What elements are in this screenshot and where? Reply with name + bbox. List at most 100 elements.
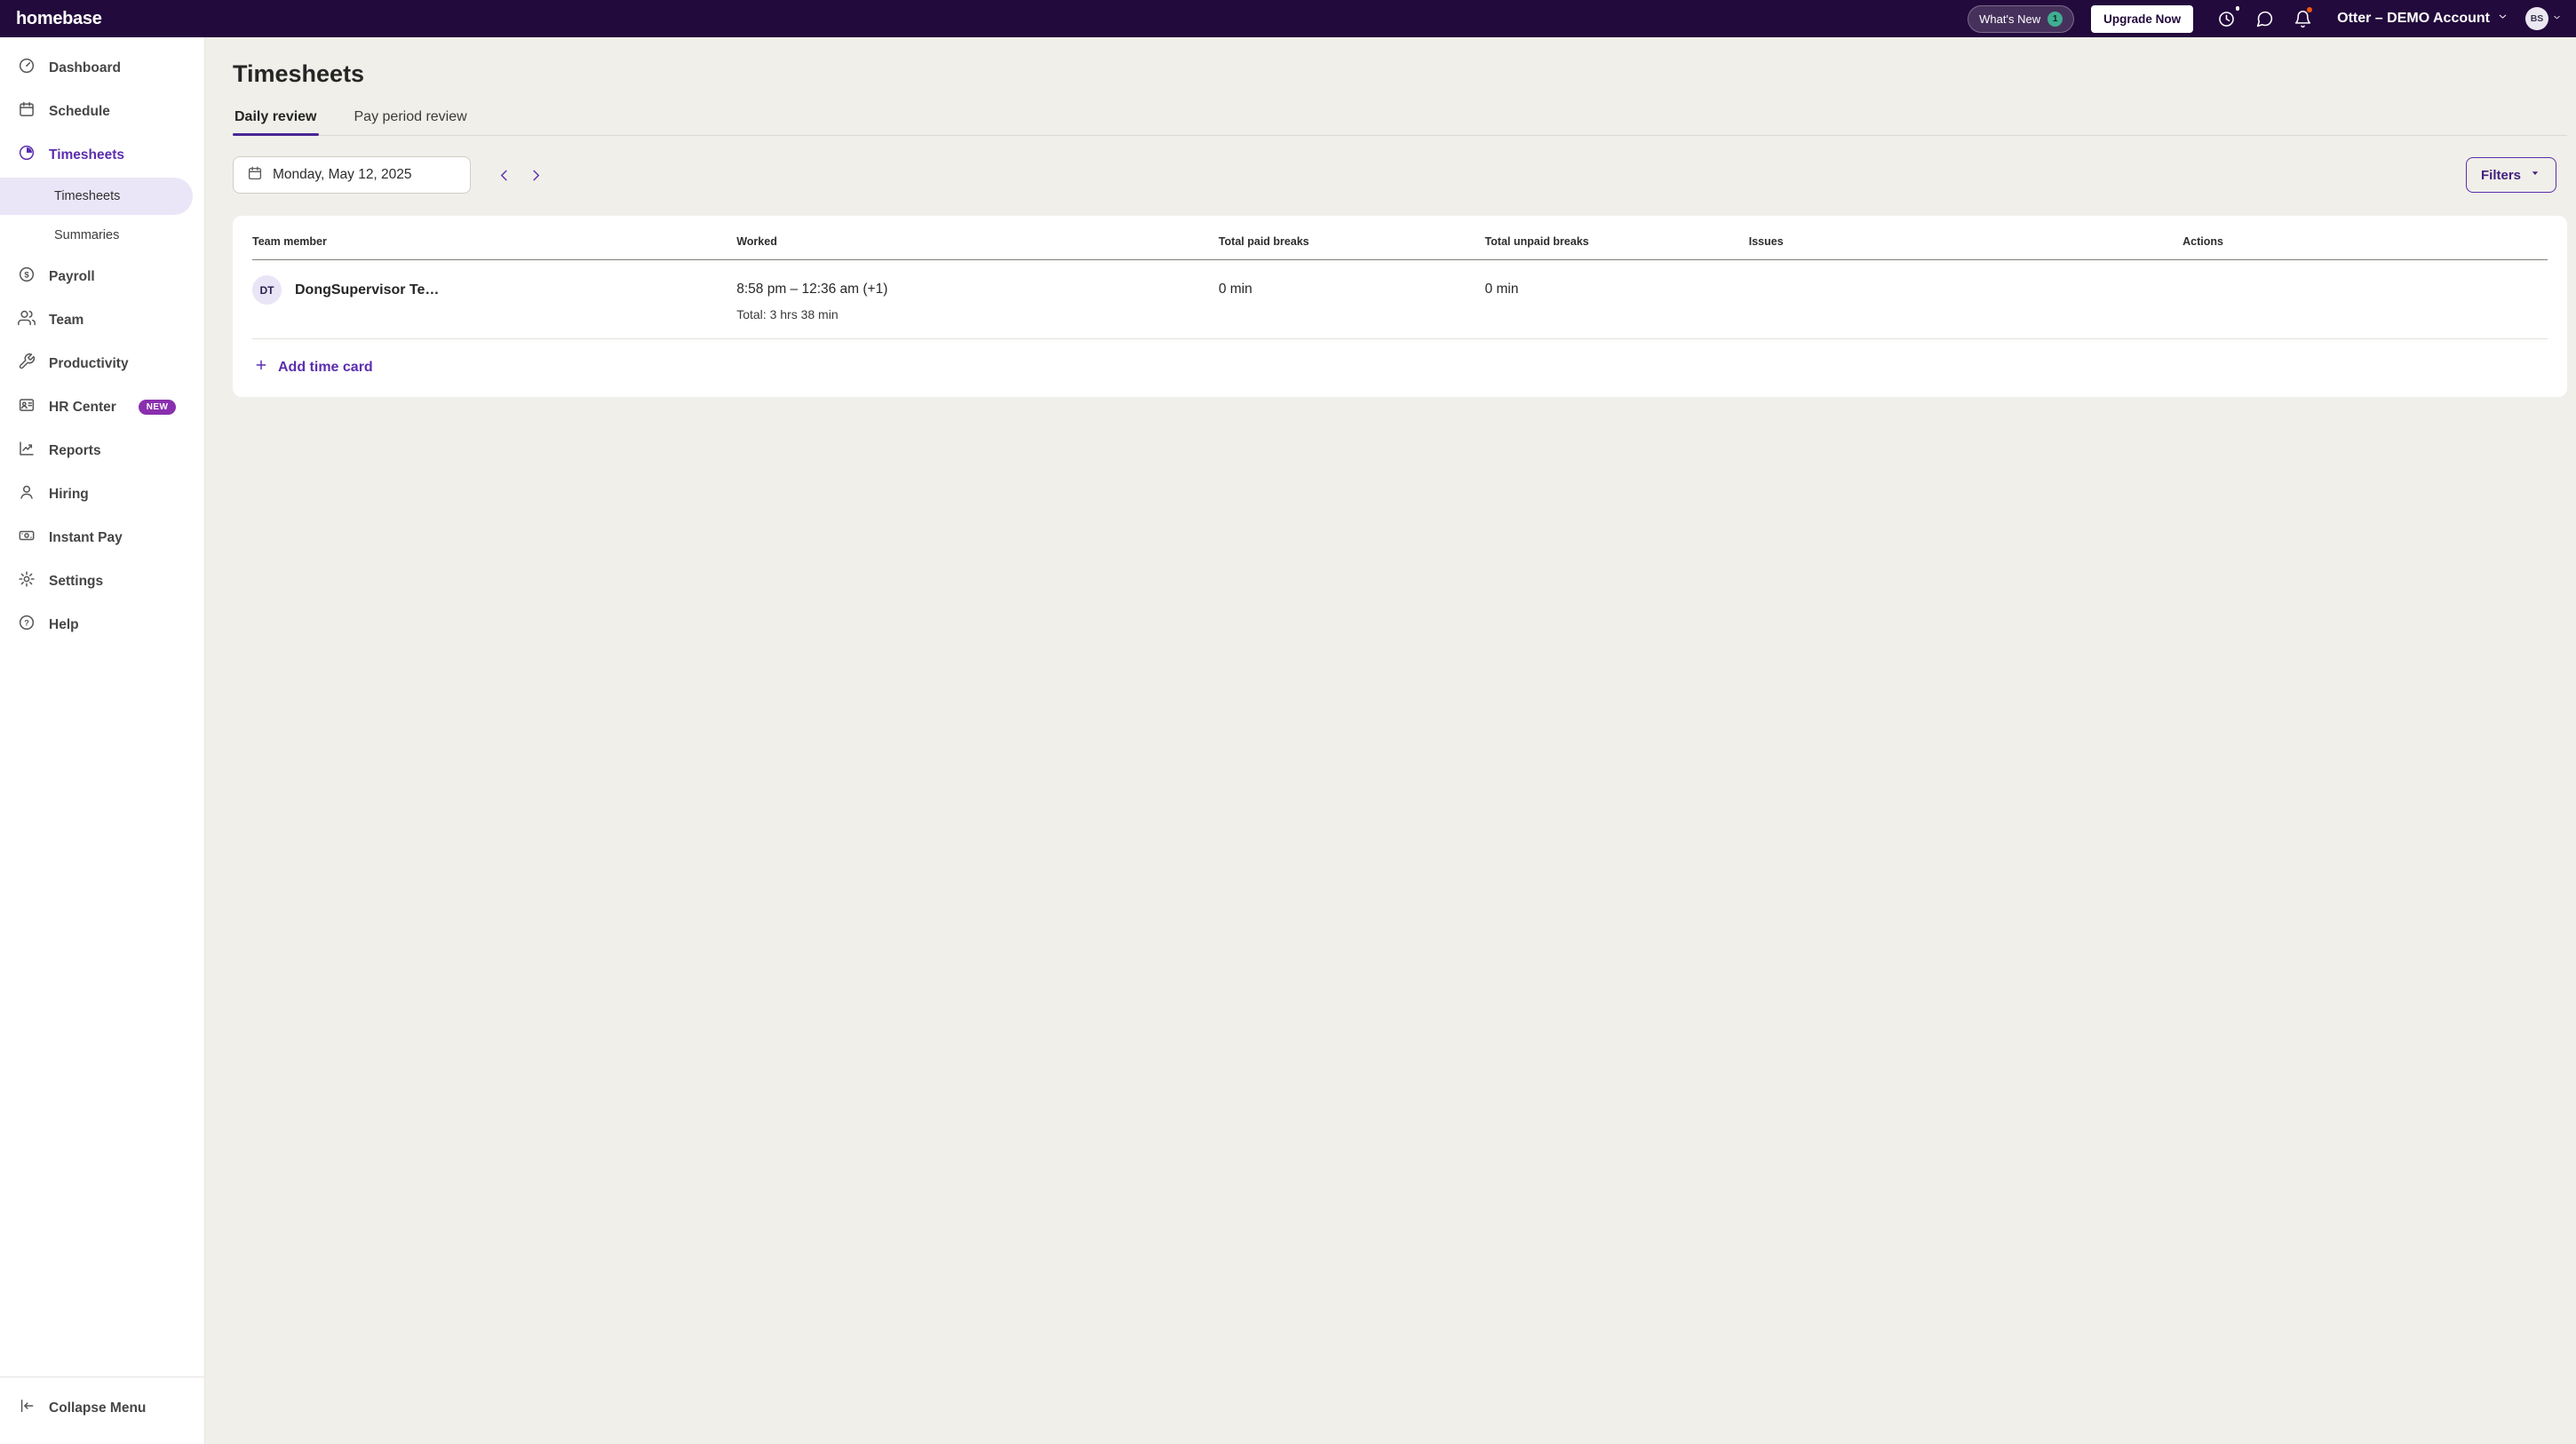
sidebar-item-label: Team [49, 312, 84, 328]
page-title: Timesheets [233, 60, 365, 87]
app-root: homebase What's New 1 Upgrade Now Otter … [0, 0, 2576, 1444]
add-time-card-label: Add time card [278, 359, 373, 375]
column-header-total-paid-breaks: Total paid breaks [1218, 235, 1309, 248]
clock-icon [18, 144, 36, 166]
notifications-bell-icon[interactable] [2292, 7, 2313, 29]
sidebar-subitem-timesheets[interactable]: Timesheets [0, 178, 193, 215]
date-picker[interactable]: Monday, May 12, 2025 [233, 156, 471, 194]
add-time-card-button[interactable]: Add time card [252, 353, 375, 381]
sidebar-item-payroll[interactable]: $ Payroll [0, 255, 204, 298]
date-label: Monday, May 12, 2025 [273, 167, 412, 182]
sidebar-item-label: Settings [49, 573, 104, 589]
main-content: Timesheets Daily review Pay period revie… [205, 37, 2576, 1444]
collapse-menu-label: Collapse Menu [49, 1400, 147, 1416]
whats-new-button[interactable]: What's New 1 [1968, 4, 2075, 33]
svg-text:?: ? [24, 618, 29, 627]
next-day-button[interactable] [522, 162, 549, 188]
help-icon: ? [18, 614, 36, 636]
calendar-icon [247, 165, 263, 186]
sidebar-item-label: Productivity [49, 355, 129, 371]
banknote-icon [18, 527, 36, 549]
sidebar-subitem-summaries[interactable]: Summaries [0, 217, 204, 254]
sidebar-item-instant-pay[interactable]: Instant Pay [0, 516, 204, 559]
worked-total: Total: 3 hrs 38 min [736, 307, 839, 321]
sidebar-item-timesheets[interactable]: Timesheets [0, 133, 204, 177]
svg-text:$: $ [24, 270, 29, 280]
tab-daily-review[interactable]: Daily review [233, 100, 319, 136]
messages-icon[interactable] [2254, 8, 2275, 29]
worked-cell: 8:58 pm – 12:36 am (+1) Total: 3 hrs 38 … [736, 275, 1219, 321]
new-badge: NEW [138, 400, 177, 415]
sidebar-item-schedule[interactable]: Schedule [0, 90, 204, 133]
plus-icon [254, 358, 268, 377]
dashboard-icon [18, 57, 36, 79]
whats-new-count-badge: 1 [2047, 11, 2063, 27]
sidebar-item-settings[interactable]: Settings [0, 559, 204, 603]
timesheet-table-card: Team member Worked Total paid breaks Tot… [233, 216, 2567, 397]
topbar: homebase What's New 1 Upgrade Now Otter … [0, 0, 2576, 37]
filters-label: Filters [2480, 167, 2521, 183]
sidebar-item-label: Dashboard [49, 60, 121, 75]
tab-bar: Daily review Pay period review [233, 100, 2567, 136]
time-clock-notification-dot [2235, 6, 2240, 11]
time-clock-icon[interactable] [2215, 6, 2240, 29]
toolbar: Monday, May 12, 2025 Filters [233, 156, 2567, 194]
gear-icon [18, 570, 36, 592]
sidebar-item-label: Payroll [49, 268, 95, 284]
actions-cell [2182, 275, 2548, 282]
sidebar-item-help[interactable]: ? Help [0, 603, 204, 647]
column-header-total-unpaid-breaks: Total unpaid breaks [1484, 235, 1589, 248]
wrench-icon [18, 353, 36, 375]
chevron-down-icon [2529, 167, 2541, 183]
sidebar-item-label: Hiring [49, 486, 89, 502]
column-header-issues: Issues [1748, 235, 1784, 248]
calendar-icon [18, 100, 36, 123]
total-unpaid-breaks-cell: 0 min [1484, 282, 1519, 297]
sidebar-item-productivity[interactable]: Productivity [0, 342, 204, 385]
account-name: Otter – DEMO Account [2337, 11, 2490, 26]
sidebar-subitem-label: Timesheets [54, 189, 121, 203]
sidebar: Dashboard Schedule Timesheets Timesheets… [0, 37, 205, 1444]
avatar: BS [2525, 7, 2548, 30]
collapse-menu-button[interactable]: Collapse Menu [0, 1386, 204, 1430]
tab-pay-period-review[interactable]: Pay period review [353, 100, 469, 135]
person-icon [18, 483, 36, 505]
homebase-logo[interactable]: homebase [16, 9, 102, 29]
filters-button[interactable]: Filters [2465, 157, 2556, 193]
worked-range: 8:58 pm – 12:36 am (+1) [736, 282, 888, 297]
sidebar-item-label: Schedule [49, 103, 110, 119]
id-card-icon [18, 396, 36, 418]
column-header-worked: Worked [736, 235, 777, 248]
team-member-cell[interactable]: DT DongSupervisor Te… [252, 275, 736, 305]
user-avatar-menu[interactable]: BS [2525, 7, 2562, 30]
collapse-icon [18, 1397, 36, 1419]
total-paid-breaks-cell: 0 min [1218, 282, 1252, 297]
chart-icon [18, 440, 36, 462]
sidebar-item-dashboard[interactable]: Dashboard [0, 46, 204, 90]
member-name[interactable]: DongSupervisor Te… [295, 282, 439, 298]
sidebar-item-label: HR Center [49, 399, 116, 415]
column-header-team-member: Team member [252, 235, 327, 248]
team-icon [18, 309, 36, 331]
chevron-down-icon [2497, 11, 2508, 27]
upgrade-now-button[interactable]: Upgrade Now [2091, 4, 2194, 33]
whats-new-label: What's New [1979, 12, 2041, 26]
sidebar-item-label: Reports [49, 442, 101, 458]
dollar-icon: $ [18, 266, 36, 288]
table-row[interactable]: DT DongSupervisor Te… 8:58 pm – 12:36 am… [252, 260, 2548, 339]
sidebar-item-reports[interactable]: Reports [0, 429, 204, 472]
chevron-down-icon [2552, 11, 2562, 27]
sidebar-item-hiring[interactable]: Hiring [0, 472, 204, 516]
topbar-actions: What's New 1 Upgrade Now Otter – DEMO Ac… [1968, 4, 2562, 33]
sidebar-item-label: Instant Pay [49, 529, 123, 545]
sidebar-item-label: Timesheets [49, 147, 125, 163]
table-header-row: Team member Worked Total paid breaks Tot… [252, 235, 2548, 260]
account-menu[interactable]: Otter – DEMO Account [2337, 11, 2508, 27]
sidebar-item-team[interactable]: Team [0, 298, 204, 342]
issues-cell [1749, 275, 2182, 282]
sidebar-item-label: Help [49, 616, 79, 632]
column-header-actions: Actions [2182, 235, 2223, 248]
sidebar-footer: Collapse Menu [0, 1377, 204, 1430]
previous-day-button[interactable] [490, 162, 517, 188]
sidebar-item-hr-center[interactable]: HR Center NEW [0, 385, 204, 429]
